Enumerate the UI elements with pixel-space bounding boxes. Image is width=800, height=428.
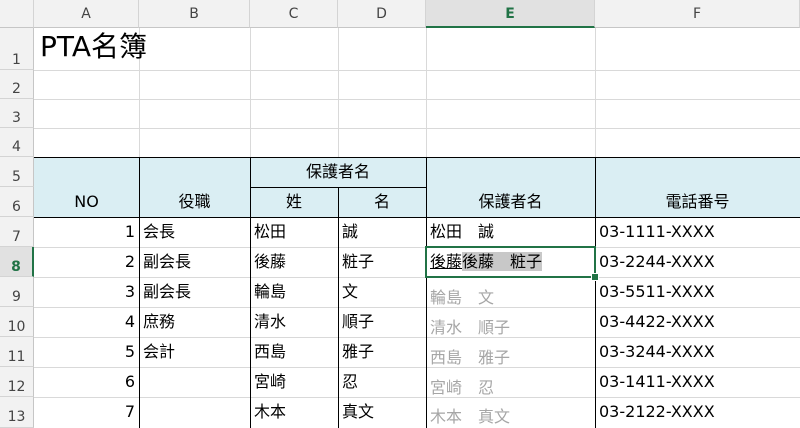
cell-first-name[interactable]: 粧子 xyxy=(342,252,374,272)
header-phone[interactable]: 電話番号 xyxy=(595,192,800,212)
cell-role[interactable]: 副会長 xyxy=(143,282,191,302)
row-header-13[interactable]: 13 xyxy=(0,397,34,428)
cell-no[interactable]: 3 xyxy=(34,282,139,302)
cell-first-name[interactable]: 順子 xyxy=(342,312,374,332)
cell-role[interactable]: 庶務 xyxy=(143,312,175,332)
flash-fill-preview: 輪島 文 xyxy=(430,288,495,307)
row-header-9[interactable]: 9 xyxy=(0,277,34,307)
cell-first-name[interactable]: 文 xyxy=(342,282,358,302)
row-header-12[interactable]: 12 xyxy=(0,367,34,397)
cell-first-name[interactable]: 誠 xyxy=(342,222,358,242)
column-header-e[interactable]: E xyxy=(426,0,595,28)
header-guardian-full[interactable]: 保護者名 xyxy=(426,192,595,212)
cell-phone[interactable]: 03-2122-XXXX xyxy=(599,402,715,422)
cell-guardian-full[interactable]: 松田 誠 xyxy=(430,222,494,242)
cell-role[interactable]: 副会長 xyxy=(143,252,191,272)
cell-first-name[interactable]: 忍 xyxy=(342,372,358,392)
column-header-a[interactable]: A xyxy=(34,0,139,28)
cell-phone[interactable]: 03-1411-XXXX xyxy=(599,372,715,392)
row-header-5[interactable]: 5 xyxy=(0,157,34,187)
header-last-name[interactable]: 姓 xyxy=(250,192,338,212)
cell-last-name[interactable]: 西島 xyxy=(254,342,286,362)
row-header-6[interactable]: 6 xyxy=(0,187,34,217)
cell-last-name[interactable]: 木本 xyxy=(254,402,286,422)
cell-last-name[interactable]: 輪島 xyxy=(254,282,286,302)
header-no[interactable]: NO xyxy=(34,192,139,212)
typed-text: 後藤 xyxy=(430,252,463,271)
cell-no[interactable]: 4 xyxy=(34,312,139,332)
cell-phone[interactable]: 03-3244-XXXX xyxy=(599,342,715,362)
cell-phone[interactable]: 03-5511-XXXX xyxy=(599,282,715,302)
cell-first-name[interactable]: 雅子 xyxy=(342,342,374,362)
cell-no[interactable]: 7 xyxy=(34,402,139,422)
column-header-f[interactable]: F xyxy=(595,0,800,28)
cell-last-name[interactable]: 松田 xyxy=(254,222,286,242)
cell-no[interactable]: 6 xyxy=(34,372,139,392)
autocomplete-suggestion: 後藤 粧子 xyxy=(462,252,543,271)
cell-last-name[interactable]: 清水 xyxy=(254,312,286,332)
flash-fill-preview: 清水 順子 xyxy=(430,318,511,337)
row-header-8[interactable]: 8 xyxy=(0,247,34,277)
column-header-b[interactable]: B xyxy=(139,0,250,28)
flash-fill-preview: 木本 真文 xyxy=(430,407,511,426)
cell-no[interactable]: 2 xyxy=(34,252,139,272)
row-header-3[interactable]: 3 xyxy=(0,99,34,128)
select-all-corner[interactable] xyxy=(0,0,34,28)
column-header-d[interactable]: D xyxy=(338,0,426,28)
cell-phone[interactable]: 03-1111-XXXX xyxy=(599,222,715,242)
cell-first-name[interactable]: 真文 xyxy=(342,402,374,422)
row-header-2[interactable]: 2 xyxy=(0,70,34,99)
cell-role[interactable]: 会計 xyxy=(143,342,175,362)
sheet-title[interactable]: PTA名簿 xyxy=(40,30,147,64)
column-header-c[interactable]: C xyxy=(250,0,338,28)
header-guardian-group[interactable]: 保護者名 xyxy=(250,162,426,182)
cell-phone[interactable]: 03-4422-XXXX xyxy=(599,312,715,332)
header-first-name[interactable]: 名 xyxy=(338,192,426,212)
flash-fill-preview: 宮崎 忍 xyxy=(430,378,495,397)
cell-last-name[interactable]: 後藤 xyxy=(254,252,286,272)
row-header-11[interactable]: 11 xyxy=(0,337,34,367)
row-header-10[interactable]: 10 xyxy=(0,307,34,337)
row-header-4[interactable]: 4 xyxy=(0,128,34,157)
cell-no[interactable]: 5 xyxy=(34,342,139,362)
fill-handle[interactable] xyxy=(591,273,599,281)
header-role[interactable]: 役職 xyxy=(139,192,250,212)
cell-role[interactable]: 会長 xyxy=(143,222,175,242)
cell-phone[interactable]: 03-2244-XXXX xyxy=(599,252,715,272)
cell-edit-content[interactable]: 後藤後藤 粧子 xyxy=(430,252,543,272)
flash-fill-preview: 西島 雅子 xyxy=(430,348,511,367)
row-header-1[interactable]: 1 xyxy=(0,28,34,70)
cell-last-name[interactable]: 宮崎 xyxy=(254,372,286,392)
row-header-7[interactable]: 7 xyxy=(0,217,34,247)
cell-no[interactable]: 1 xyxy=(34,222,139,242)
